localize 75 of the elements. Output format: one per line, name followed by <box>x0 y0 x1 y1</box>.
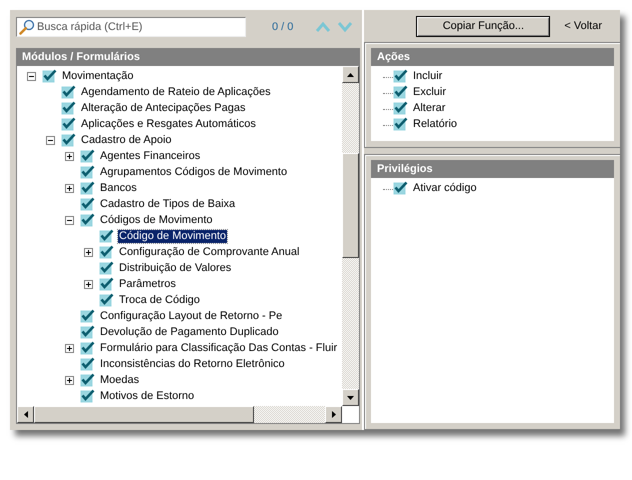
checkbox[interactable] <box>80 181 95 195</box>
action-label: Incluir <box>413 70 442 82</box>
checkbox[interactable] <box>61 117 76 131</box>
tree-item[interactable]: Cadastro de Apoio <box>80 134 173 146</box>
tree-item[interactable]: Troca de Código <box>118 294 201 306</box>
privilege-label: Ativar código <box>413 182 477 194</box>
scroll-down-icon[interactable] <box>347 396 354 400</box>
search-icon <box>19 19 35 35</box>
checkbox[interactable] <box>80 341 95 355</box>
tree-item[interactable]: Configuração Layout de Retorno - Pe <box>99 310 284 322</box>
checkbox[interactable] <box>80 165 95 179</box>
scroll-left-icon[interactable] <box>24 411 28 418</box>
tree-item[interactable]: Aplicações e Resgates Automáticos <box>80 118 257 130</box>
tree-item[interactable]: Moedas <box>99 374 140 386</box>
match-count: 0 / 0 <box>272 21 294 33</box>
expand-icon[interactable] <box>65 344 74 352</box>
tree-item[interactable]: Parâmetros <box>118 278 177 290</box>
scroll-up-icon[interactable] <box>347 72 354 76</box>
checkbox[interactable] <box>80 197 95 211</box>
expand-icon[interactable] <box>84 280 93 288</box>
tree-item[interactable]: Código de Movimento <box>118 230 228 242</box>
checkbox[interactable] <box>80 149 95 163</box>
tree-item[interactable]: Códigos de Movimento <box>99 214 214 226</box>
tree-item[interactable]: Bancos <box>99 182 138 194</box>
panel-header: Privilégios <box>371 160 614 178</box>
checkbox[interactable] <box>99 293 114 307</box>
tree-item[interactable]: Inconsistências do Retorno Eletrônico <box>99 358 286 370</box>
checkbox[interactable] <box>393 181 408 195</box>
action-label: Excluir <box>413 86 446 98</box>
checkbox[interactable] <box>61 101 76 115</box>
tree-item[interactable]: Agrupamentos Códigos de Movimento <box>99 166 288 178</box>
checkbox[interactable] <box>99 245 114 259</box>
tree-item[interactable]: Motivos de Estorno <box>99 390 196 402</box>
checkbox[interactable] <box>80 389 95 403</box>
tree-item[interactable]: Configuração de Comprovante Anual <box>118 246 300 258</box>
copy-function-button[interactable]: Copiar Função... <box>416 16 550 36</box>
expand-icon[interactable] <box>84 248 93 256</box>
checkbox[interactable] <box>42 69 57 83</box>
checkbox[interactable] <box>80 373 95 387</box>
action-label: Alterar <box>413 102 446 114</box>
vertical-scrollbar[interactable] <box>342 66 359 406</box>
checkbox[interactable] <box>80 309 95 323</box>
checkbox[interactable] <box>393 69 408 83</box>
tree-item[interactable]: Formulário para Classificação Das Contas - Fluir <box>99 342 338 354</box>
collapse-icon[interactable] <box>65 216 74 224</box>
checkbox[interactable] <box>99 277 114 291</box>
collapse-icon[interactable] <box>27 72 36 80</box>
checkbox[interactable] <box>393 101 408 115</box>
expand-icon[interactable] <box>65 152 74 160</box>
expand-icon[interactable] <box>65 184 74 192</box>
checkbox[interactable] <box>61 85 76 99</box>
checkbox[interactable] <box>61 133 76 147</box>
tree-item[interactable]: Movimentação <box>61 70 135 82</box>
panel-header: Ações <box>371 48 614 66</box>
checkbox[interactable] <box>99 229 114 243</box>
horizontal-scrollbar[interactable] <box>17 406 342 423</box>
checkbox[interactable] <box>393 117 408 131</box>
checkbox[interactable] <box>393 85 408 99</box>
back-link[interactable]: < Voltar <box>564 20 602 32</box>
checkbox[interactable] <box>99 261 114 275</box>
tree-item[interactable]: Alteração de Antecipações Pagas <box>80 102 247 114</box>
action-label: Relatório <box>413 118 458 130</box>
expand-icon[interactable] <box>65 376 74 384</box>
tree-item[interactable]: Agentes Financeiros <box>99 150 202 162</box>
tree-item[interactable]: Agendamento de Rateio de Aplicações <box>80 86 272 98</box>
tree-item[interactable]: Cadastro de Tipos de Baixa <box>99 198 236 210</box>
checkbox[interactable] <box>80 325 95 339</box>
tree-item[interactable]: Distribuição de Valores <box>118 262 232 274</box>
tree-item[interactable]: Devolução de Pagamento Duplicado <box>99 326 280 338</box>
checkbox[interactable] <box>80 213 95 227</box>
collapse-icon[interactable] <box>46 136 55 144</box>
search-field[interactable]: Busca rápida (Ctrl+E) <box>16 17 246 37</box>
checkbox[interactable] <box>80 357 95 371</box>
scroll-right-icon[interactable] <box>332 411 336 418</box>
panel-header: Módulos / Formulários <box>16 48 360 66</box>
